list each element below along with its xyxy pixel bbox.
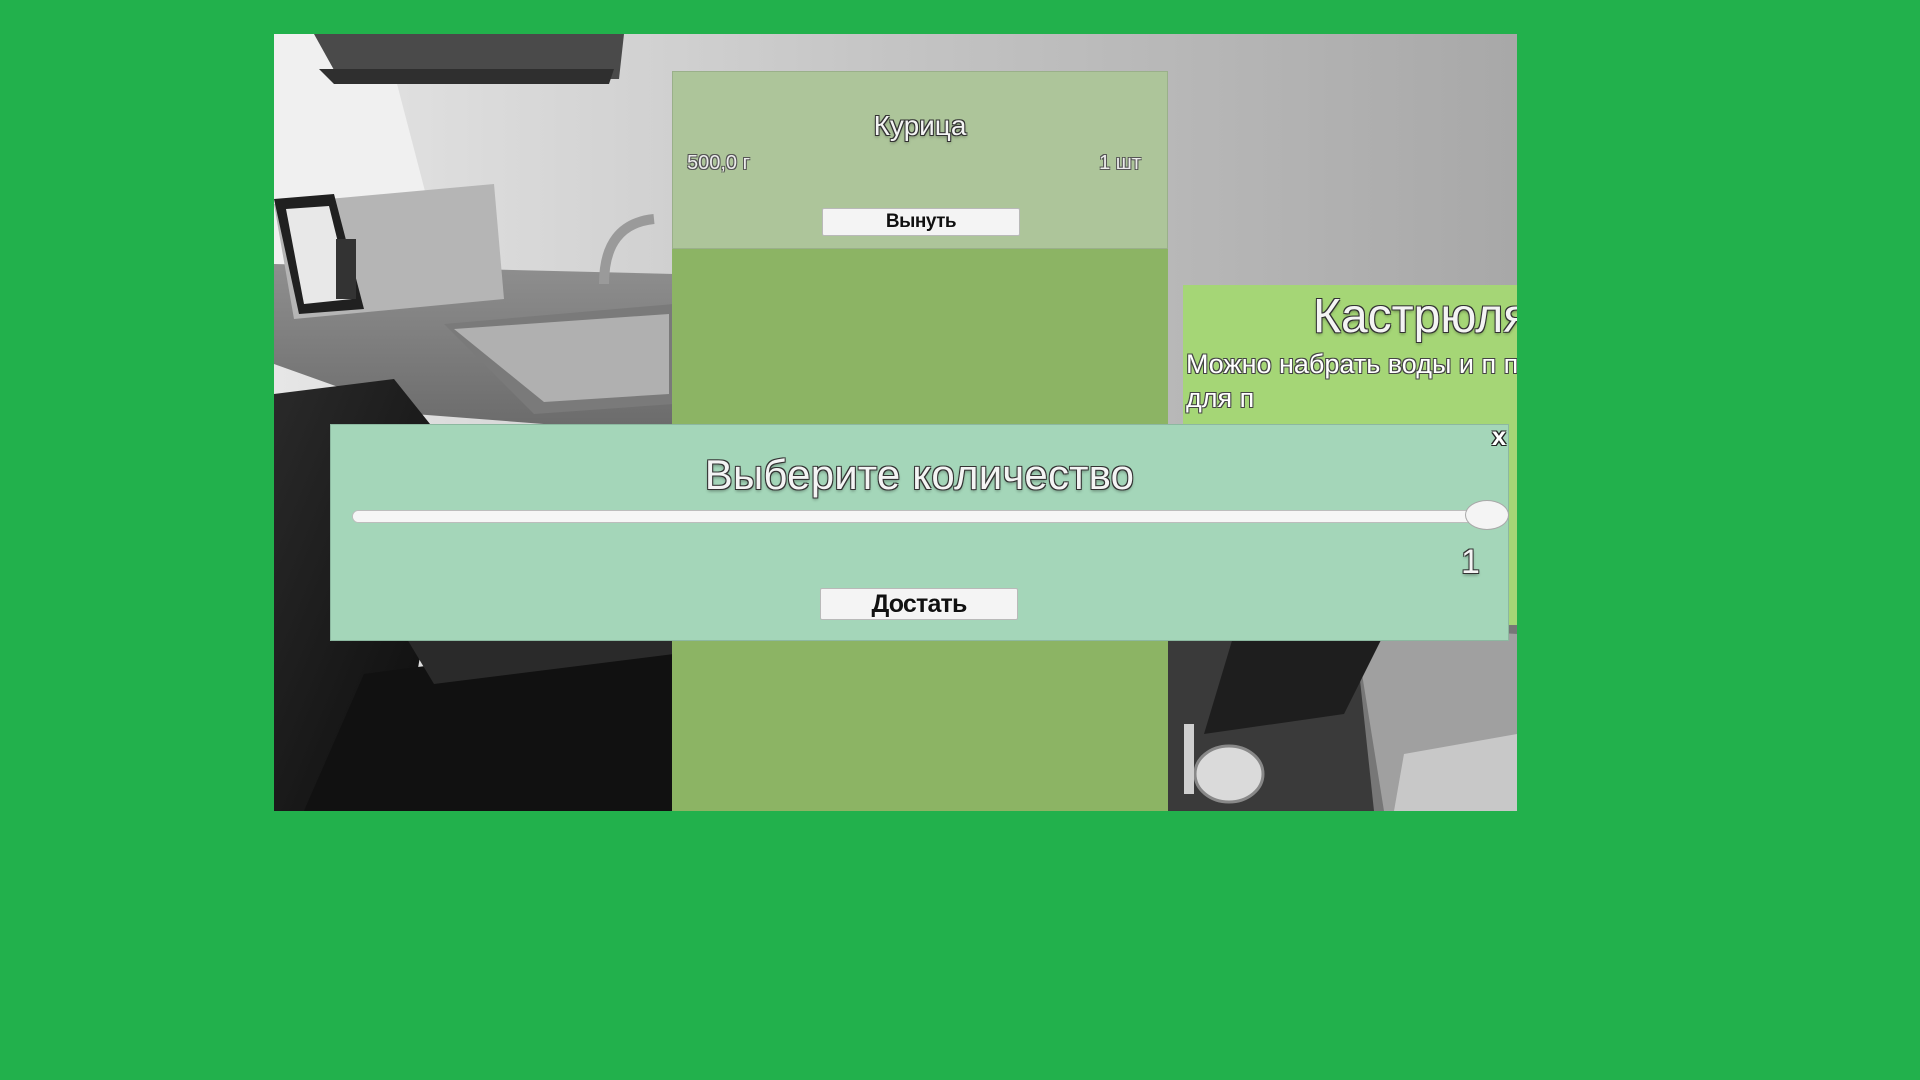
close-icon[interactable]: x bbox=[1486, 421, 1512, 451]
pot-description: Можно набрать воды и п плите. Нажмите G … bbox=[1186, 349, 1517, 413]
item-weight: 500,0 г bbox=[687, 152, 750, 174]
item-count: 1 шт bbox=[1099, 152, 1141, 174]
remove-item-button[interactable]: Вынуть bbox=[822, 208, 1020, 236]
item-card: Курица 500,0 г 1 шт Вынуть bbox=[672, 71, 1168, 249]
game-viewport: Курица 500,0 г 1 шт Вынуть Кастрюля Можн… bbox=[274, 34, 1517, 811]
dialog-title: Выберите количество bbox=[704, 451, 1135, 498]
pot-title: Кастрюля bbox=[1313, 290, 1517, 343]
take-out-button[interactable]: Достать bbox=[820, 588, 1018, 620]
item-name: Курица bbox=[873, 110, 967, 141]
quantity-slider-fill bbox=[353, 511, 1486, 522]
quantity-slider-track[interactable] bbox=[352, 510, 1487, 523]
quantity-value: 1 bbox=[1461, 543, 1480, 581]
quantity-slider-handle[interactable] bbox=[1465, 500, 1509, 530]
quantity-dialog: Выберите количество 1 Достать x bbox=[330, 421, 1512, 641]
